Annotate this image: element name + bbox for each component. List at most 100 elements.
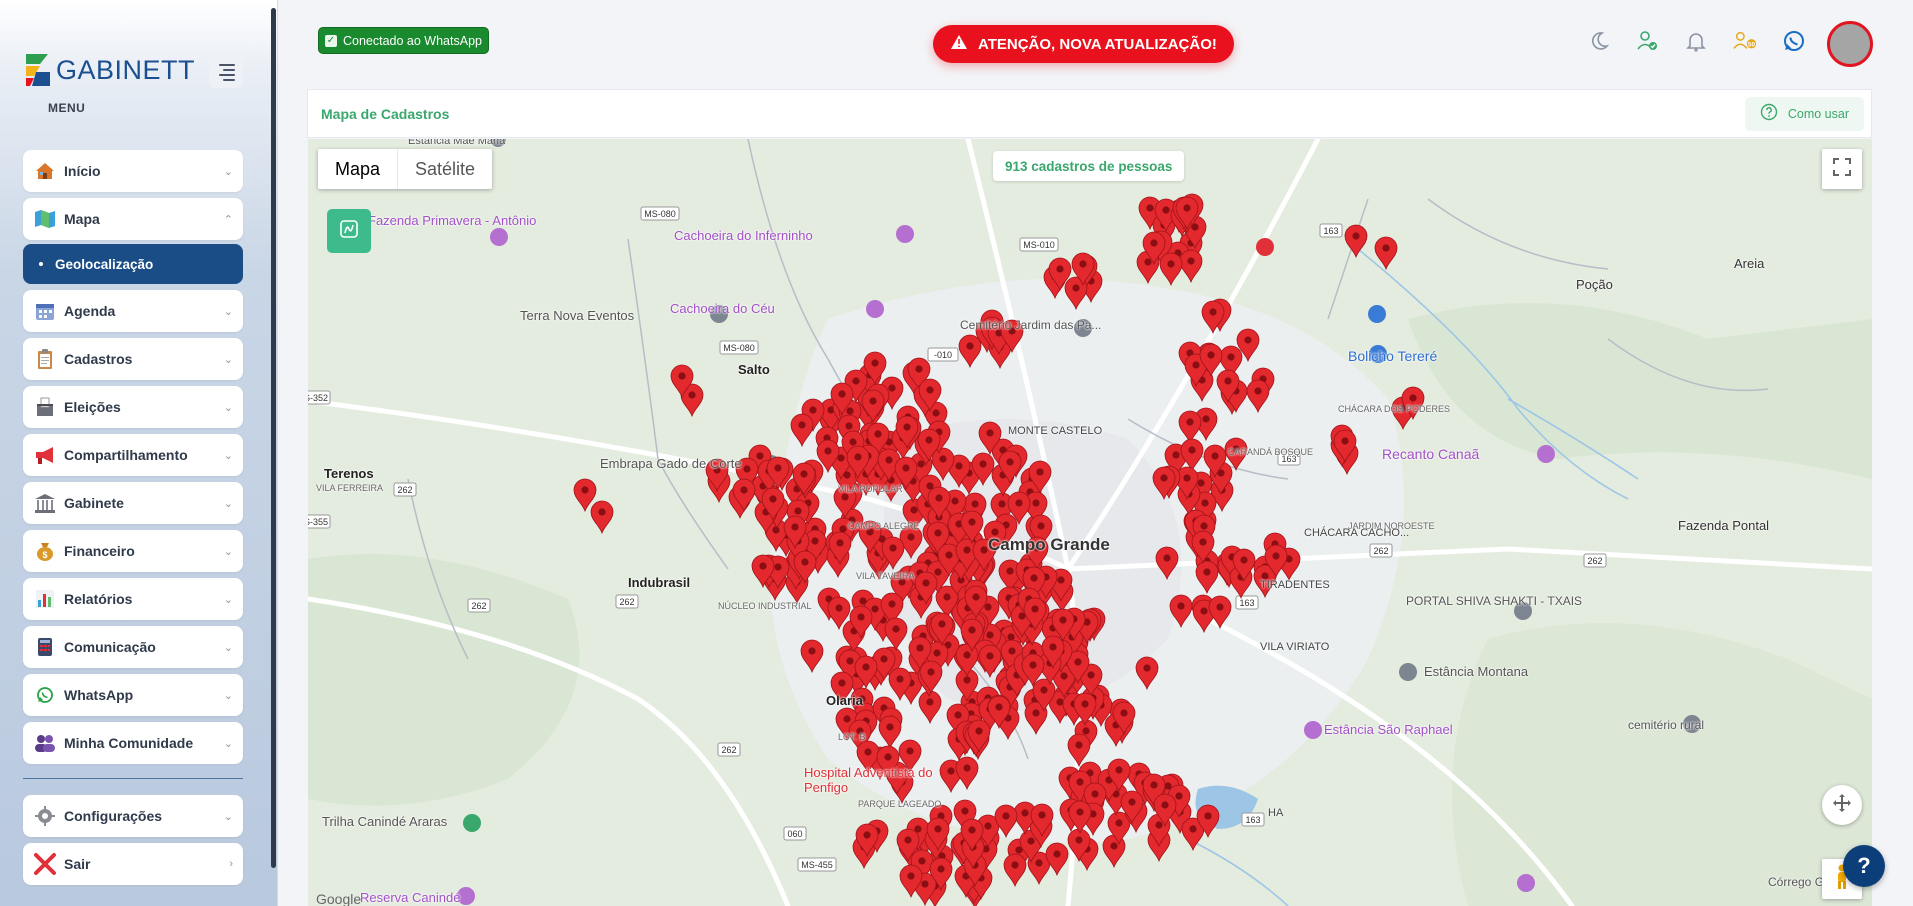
sidebar-item-label: Eleições — [64, 399, 121, 415]
sidebar-item-financeiro[interactable]: $ Financeiro ⌄ — [23, 530, 243, 572]
map-place-label: Terenos — [324, 466, 374, 481]
map-place-label: Recanto Canaã — [1382, 446, 1480, 462]
svg-text:262: 262 — [397, 485, 412, 495]
map-place-label: VILA TAVEIRA — [856, 571, 915, 581]
house-icon — [33, 159, 57, 183]
how-to-use-button[interactable]: Como usar — [1744, 97, 1864, 131]
svg-text:262: 262 — [471, 601, 486, 611]
phone-icon — [33, 635, 57, 659]
sidebar-item-label: WhatsApp — [64, 687, 134, 703]
map-place-label: TIRADENTES — [1260, 579, 1330, 591]
sidebar-item-label: Início — [64, 163, 101, 179]
chevron-down-icon: ⌄ — [223, 545, 233, 558]
map-place-label: Terra Nova Eventos — [520, 308, 635, 323]
topbar-icons: 50 — [1585, 28, 1807, 54]
map-camera-control-button[interactable] — [1822, 785, 1862, 825]
warning-icon — [950, 34, 968, 55]
sidebar-item-label: Compartilhamento — [64, 447, 188, 463]
map-place-label: Bolicho Tereré — [1348, 348, 1438, 364]
chevron-right-icon: › — [229, 858, 233, 870]
map-type-control: Mapa Satélite — [318, 149, 493, 189]
help-circle-icon — [1760, 103, 1778, 126]
users-birthday-icon[interactable]: 50 — [1732, 28, 1758, 54]
sidebar-item-sair[interactable]: Sair › — [23, 843, 243, 885]
user-check-icon[interactable] — [1634, 28, 1660, 54]
map-place-label: Cachoeira do Céu — [670, 301, 775, 316]
map-place-label: VILA FERREIRA — [316, 483, 384, 493]
sidebar-item-comunicacao[interactable]: Comunicação ⌄ — [23, 626, 243, 668]
menu-toggle-button[interactable] — [209, 56, 243, 88]
chevron-down-icon: ⌄ — [223, 593, 233, 606]
svg-text:262: 262 — [1587, 556, 1602, 566]
chevron-down-icon: ⌄ — [223, 737, 233, 750]
svg-text:MS-010: MS-010 — [1023, 240, 1055, 250]
sidebar-item-inicio[interactable]: Início ⌄ — [23, 150, 243, 192]
sidebar-item-cadastros[interactable]: Cadastros ⌄ — [23, 338, 243, 380]
map-place-label: CHÁCARA DOS PODERES — [1338, 404, 1451, 414]
avatar[interactable] — [1827, 21, 1873, 67]
map-view[interactable]: MS-080 MS-080 MS-010 163 163 163 163 262… — [308, 139, 1872, 906]
sidebar-item-relatorios[interactable]: Relatórios ⌄ — [23, 578, 243, 620]
sidebar-item-gabinete[interactable]: Gabinete ⌄ — [23, 482, 243, 524]
svg-text:262: 262 — [1373, 546, 1388, 556]
map-place-label: Cemitério Jardim das Pa... — [960, 318, 1102, 332]
map-place-label: Estância São Raphael — [1324, 722, 1453, 737]
layers-icon — [338, 218, 360, 245]
map-place-label: VILA VIRIATO — [1260, 641, 1330, 653]
clipboard-icon — [33, 347, 57, 371]
record-count-text: 913 cadastros de pessoas — [1005, 158, 1173, 174]
sidebar-item-label: Relatórios — [64, 591, 133, 607]
fullscreen-icon — [1833, 157, 1851, 181]
map-place-label: Fazenda Primavera - Antônio — [368, 213, 537, 228]
sidebar-item-eleicoes[interactable]: Eleições ⌄ — [23, 386, 243, 428]
map-type-map[interactable]: Mapa — [318, 149, 399, 189]
fullscreen-button[interactable] — [1822, 149, 1862, 189]
help-button[interactable]: ? — [1843, 845, 1885, 887]
svg-text:163: 163 — [1323, 226, 1338, 236]
map-place-label: LOT. B — [838, 732, 866, 742]
map-place-label: Embrapa Gado de Corte — [600, 456, 742, 471]
sidebar-item-label: Comunicação — [64, 639, 156, 655]
sidebar-scrollbar[interactable] — [271, 8, 276, 868]
sidebar-item-whatsapp[interactable]: WhatsApp ⌄ — [23, 674, 243, 716]
sidebar: GABINETT MENU Início ⌄ Mapa ⌃ Geolocaliz… — [0, 0, 278, 906]
moon-icon[interactable] — [1585, 28, 1611, 54]
chevron-down-icon: ⌄ — [223, 641, 233, 654]
bullet-icon — [39, 262, 43, 266]
brand-logo[interactable]: GABINETT — [22, 50, 195, 90]
map-place-label: Olaria — [826, 693, 863, 708]
sidebar-item-configuracoes[interactable]: Configurações ⌄ — [23, 795, 243, 837]
sidebar-item-compartilhamento[interactable]: Compartilhamento ⌄ — [23, 434, 243, 476]
logo-mark-icon — [22, 50, 52, 90]
map-place-label: CAMPO ALEGRE — [848, 521, 920, 531]
map-canvas: MS-080 MS-080 MS-010 163 163 163 163 262… — [308, 139, 1872, 906]
map-place-label: MONTE CASTELO — [1008, 425, 1103, 437]
record-count-badge: 913 cadastros de pessoas — [993, 151, 1185, 181]
chevron-down-icon: ⌄ — [223, 401, 233, 414]
svg-text:MS-080: MS-080 — [723, 343, 755, 353]
update-alert-button[interactable]: ATENÇÃO, NOVA ATUALIZAÇÃO! — [933, 25, 1234, 63]
map-place-label: cemitério rural — [1628, 718, 1705, 732]
close-icon — [33, 852, 57, 876]
building-icon — [33, 491, 57, 515]
sidebar-item-label: Cadastros — [64, 351, 133, 367]
svg-text:50: 50 — [1748, 42, 1756, 49]
sidebar-item-label: Financeiro — [64, 543, 135, 559]
whatsapp-icon[interactable] — [1781, 28, 1807, 54]
svg-text:163: 163 — [1245, 815, 1260, 825]
sidebar-item-minha-comunidade[interactable]: Minha Comunidade ⌄ — [23, 722, 243, 764]
map-attribution: Google — [316, 891, 362, 906]
map-icon — [33, 207, 57, 231]
sidebar-item-agenda[interactable]: Agenda ⌄ — [23, 290, 243, 332]
sidebar-item-mapa[interactable]: Mapa ⌃ — [23, 198, 243, 240]
map-type-satellite[interactable]: Satélite — [398, 149, 492, 189]
map-place-label: HA — [1268, 807, 1284, 819]
chevron-down-icon: ⌄ — [223, 353, 233, 366]
chevron-down-icon: ⌄ — [223, 165, 233, 178]
svg-text:MS-080: MS-080 — [644, 209, 676, 219]
map-place-label: Estância Montana — [1424, 664, 1529, 679]
bell-icon[interactable] — [1683, 28, 1709, 54]
heatmap-toggle-button[interactable] — [327, 209, 371, 253]
move-arrows-icon — [1832, 793, 1852, 818]
sidebar-subitem-geolocalizacao[interactable]: Geolocalização — [23, 244, 243, 284]
